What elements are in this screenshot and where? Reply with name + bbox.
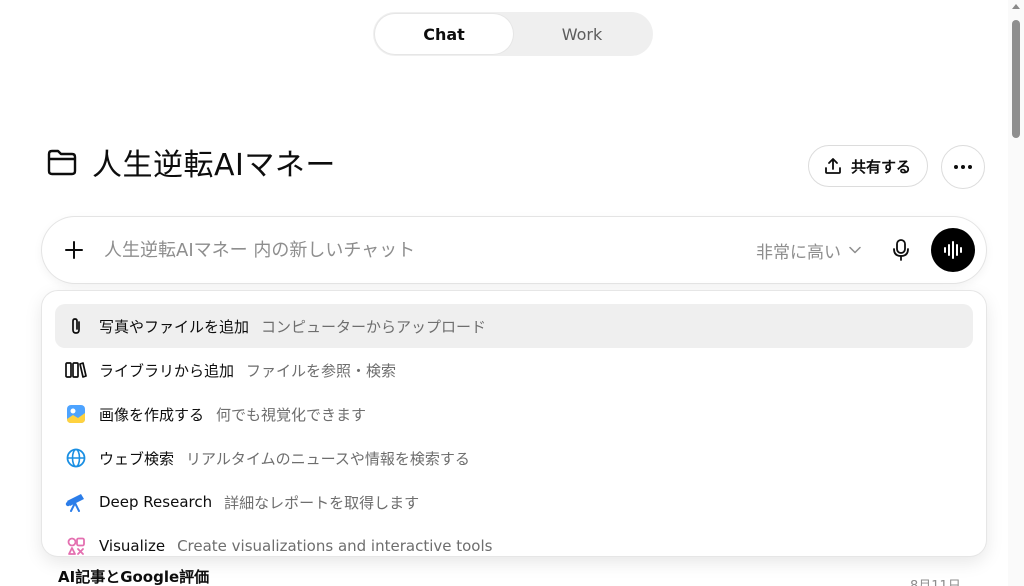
library-icon	[65, 359, 87, 381]
image-icon	[65, 403, 87, 425]
chat-input[interactable]	[104, 239, 756, 261]
folder-icon	[47, 149, 77, 176]
model-label: 非常に高い	[756, 242, 841, 263]
dictation-button[interactable]	[885, 234, 917, 266]
chat-list-item-title[interactable]: AI記事とGoogle評価	[58, 566, 209, 586]
ellipsis-icon	[954, 165, 972, 169]
menu-item-create-image[interactable]: 画像を作成する 何でも視覚化できます	[55, 392, 973, 436]
more-button[interactable]	[941, 145, 985, 189]
share-label: 共有する	[851, 157, 912, 176]
page-scrollbar[interactable]	[1008, 0, 1024, 586]
microphone-icon	[893, 239, 909, 261]
menu-item-label: Visualize	[99, 537, 166, 555]
mode-switch: Chat Work	[373, 12, 653, 56]
chevron-down-icon	[849, 246, 861, 254]
tab-chat[interactable]: Chat	[375, 14, 513, 54]
menu-item-web-search[interactable]: ウェブ検索 リアルタイムのニュースや情報を検索する	[55, 436, 973, 480]
menu-item-description: 何でも視覚化できます	[216, 405, 367, 424]
menu-item-label: Deep Research	[99, 493, 213, 511]
share-button[interactable]: 共有する	[808, 145, 929, 187]
menu-item-label: 写真やファイルを追加	[99, 317, 250, 336]
attachment-menu: 写真やファイルを追加 コンピューターからアップロード ライブラリから追加 ファイ…	[42, 291, 986, 556]
composer: 非常に高い	[42, 217, 986, 283]
upload-icon	[825, 158, 841, 174]
visualize-icon	[65, 535, 87, 556]
menu-item-library[interactable]: ライブラリから追加 ファイルを参照・検索	[55, 348, 973, 392]
telescope-icon	[65, 491, 87, 513]
menu-item-description: リアルタイムのニュースや情報を検索する	[186, 449, 470, 468]
menu-item-description: コンピューターからアップロード	[261, 317, 487, 336]
tab-work[interactable]: Work	[513, 14, 651, 54]
menu-item-label: ウェブ検索	[99, 449, 175, 468]
menu-item-visualize[interactable]: Visualize Create visualizations and inte…	[55, 524, 973, 556]
plus-icon	[65, 241, 83, 259]
chat-list-item-date: 8月11日	[910, 575, 961, 586]
voice-mode-button[interactable]	[931, 228, 975, 272]
add-attachment-button[interactable]	[54, 230, 94, 270]
project-title: 人生逆転AIマネー	[92, 148, 336, 183]
menu-item-add-files[interactable]: 写真やファイルを追加 コンピューターからアップロード	[55, 304, 973, 348]
project-header: 人生逆転AIマネー	[46, 140, 336, 184]
menu-item-description: Create visualizations and interactive to…	[177, 537, 493, 555]
menu-item-description: ファイルを参照・検索	[246, 361, 397, 380]
voice-mode-icon	[944, 241, 962, 259]
scroll-up-arrow-icon[interactable]	[1012, 4, 1020, 9]
globe-icon	[65, 447, 87, 469]
menu-item-label: ライブラリから追加	[99, 361, 235, 380]
paperclip-icon	[65, 315, 87, 337]
menu-item-description: 詳細なレポートを取得します	[224, 493, 420, 512]
scrollbar-thumb[interactable]	[1012, 20, 1020, 138]
menu-item-deep-research[interactable]: Deep Research 詳細なレポートを取得します	[55, 480, 973, 524]
menu-item-label: 画像を作成する	[99, 405, 205, 424]
model-selector[interactable]: 非常に高い	[756, 238, 861, 263]
